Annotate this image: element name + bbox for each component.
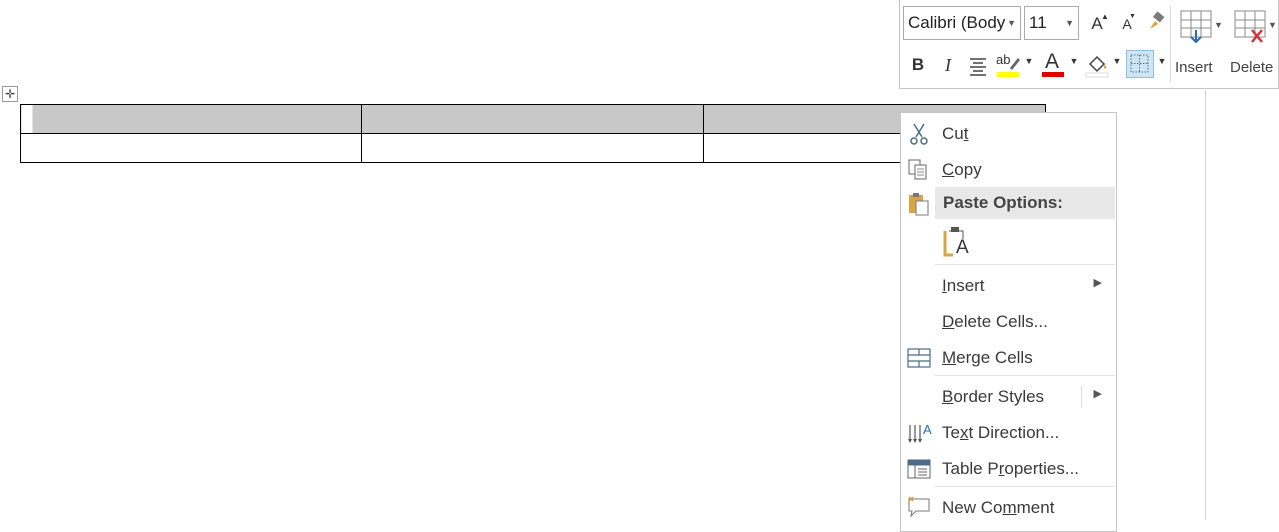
menu-item-text-direction[interactable]: A Text Direction... bbox=[901, 416, 1116, 450]
delete-label: Delete bbox=[1230, 59, 1274, 76]
menu-item-merge-cells[interactable]: Merge Cells bbox=[901, 341, 1116, 375]
font-name-value: Calibri (Body bbox=[908, 13, 1006, 32]
chevron-down-icon: ▼ bbox=[1157, 56, 1167, 66]
italic-button[interactable]: I bbox=[938, 55, 958, 77]
borders-dropdown-button[interactable]: ▼ bbox=[1157, 56, 1167, 66]
font-name-combobox[interactable]: Calibri (Body ▼ bbox=[903, 6, 1021, 40]
menu-item-insert[interactable]: Insert ▶ bbox=[901, 269, 1116, 303]
split-divider bbox=[1081, 386, 1082, 408]
highlight-dropdown-button[interactable]: ▼ bbox=[1024, 56, 1034, 66]
new-comment-icon bbox=[908, 496, 930, 518]
context-menu: Cut Copy Paste Options: A Insert ▶ Delet… bbox=[900, 112, 1117, 532]
highlighter-pen-icon bbox=[997, 58, 1020, 77]
table-properties-icon bbox=[907, 459, 931, 479]
delete-table-icon bbox=[1234, 10, 1266, 43]
paintbrush-icon bbox=[1150, 11, 1165, 29]
font-color-dropdown-button[interactable]: ▼ bbox=[1069, 56, 1079, 66]
shrink-font-button[interactable]: A ▼ bbox=[1117, 13, 1137, 36]
highlight-color-button[interactable]: ab bbox=[996, 52, 1022, 78]
chevron-down-icon[interactable]: ▼ bbox=[1065, 7, 1074, 39]
format-painter-button[interactable] bbox=[1144, 10, 1168, 34]
italic-icon: I bbox=[945, 55, 951, 75]
paste-clipboard-icon bbox=[909, 193, 929, 216]
mini-toolbar: Calibri (Body ▼ 11 ▼ A ▲ A ▼ B I ab ▼ A ▼ … bbox=[899, 0, 1279, 89]
svg-text:A: A bbox=[923, 422, 932, 437]
table-cell[interactable] bbox=[361, 133, 704, 163]
paste-options-header: Paste Options: bbox=[935, 187, 1115, 219]
menu-item-label: Insert bbox=[942, 276, 985, 295]
menu-item-label: Merge Cells bbox=[942, 348, 1033, 367]
menu-item-label: Copy bbox=[942, 160, 982, 179]
insert-table-icon bbox=[1180, 10, 1212, 44]
scissors-icon bbox=[910, 123, 928, 145]
menu-item-copy[interactable]: Copy bbox=[901, 153, 1116, 187]
menu-item-label: Border Styles bbox=[942, 387, 1045, 406]
font-color-icon: A bbox=[1045, 50, 1060, 73]
document-table[interactable] bbox=[20, 104, 1046, 163]
text-only-letter: A bbox=[956, 237, 969, 258]
table-row-selected[interactable] bbox=[20, 104, 1046, 134]
paste-keep-text-only-button[interactable]: A bbox=[941, 225, 975, 261]
menu-item-label: Delete Cells... bbox=[942, 312, 1048, 331]
align-center-icon bbox=[970, 58, 986, 76]
table-move-handle-icon[interactable]: ✛ bbox=[2, 86, 18, 102]
shading-button[interactable] bbox=[1084, 52, 1110, 78]
chevron-down-icon[interactable]: ▼ bbox=[1007, 7, 1016, 39]
borders-button[interactable] bbox=[1126, 50, 1154, 78]
bold-icon: B bbox=[911, 55, 925, 74]
menu-separator bbox=[935, 264, 1115, 265]
chevron-down-icon: ▼ bbox=[1024, 56, 1034, 66]
menu-item-label: New Comment bbox=[942, 498, 1055, 517]
chevron-right-icon: ▶ bbox=[1093, 277, 1102, 289]
chevron-right-icon: ▶ bbox=[1093, 388, 1102, 400]
toolbar-divider bbox=[1170, 6, 1171, 82]
menu-separator bbox=[935, 486, 1115, 487]
bold-button[interactable]: B bbox=[908, 55, 928, 77]
table-row[interactable] bbox=[20, 133, 1046, 163]
paint-bucket-icon bbox=[1085, 55, 1109, 78]
chevron-down-icon: ▼ bbox=[1069, 56, 1079, 66]
insert-table-button[interactable]: ▼ Insert bbox=[1175, 4, 1223, 88]
copy-icon bbox=[908, 159, 927, 180]
menu-item-label: Text Direction... bbox=[942, 423, 1060, 442]
menu-item-border-styles[interactable]: Border Styles ▶ bbox=[901, 380, 1116, 414]
font-color-swatch bbox=[1042, 72, 1064, 77]
menu-item-delete-cells[interactable]: Delete Cells... bbox=[901, 305, 1116, 339]
insert-label: Insert bbox=[1175, 59, 1213, 76]
merge-cells-icon bbox=[907, 348, 931, 368]
chevron-down-icon: ▼ bbox=[1268, 20, 1277, 30]
font-size-value: 11 bbox=[1029, 13, 1047, 32]
grow-font-button[interactable]: A ▲ bbox=[1086, 12, 1109, 36]
chevron-down-icon: ▼ bbox=[1112, 56, 1122, 66]
text-direction-icon: A bbox=[908, 422, 932, 443]
page-margin-strip bbox=[1205, 90, 1279, 520]
table-cell[interactable] bbox=[20, 104, 362, 134]
table-cell[interactable] bbox=[361, 104, 704, 134]
center-align-button[interactable] bbox=[966, 56, 990, 78]
chevron-down-icon: ▼ bbox=[1214, 20, 1223, 30]
menu-item-label: Table Properties... bbox=[942, 459, 1080, 478]
font-color-button[interactable]: A bbox=[1040, 50, 1066, 78]
font-size-combobox[interactable]: 11 ▼ bbox=[1024, 6, 1079, 40]
borders-icon bbox=[1130, 54, 1149, 73]
menu-item-label: Cut bbox=[942, 124, 969, 143]
menu-item-cut[interactable]: Cut bbox=[901, 117, 1116, 151]
delete-table-button[interactable]: ▼ Delete bbox=[1230, 4, 1278, 88]
shading-dropdown-button[interactable]: ▼ bbox=[1112, 56, 1122, 66]
menu-separator bbox=[935, 375, 1115, 376]
menu-item-table-properties[interactable]: Table Properties... bbox=[901, 452, 1116, 486]
table-cell[interactable] bbox=[20, 133, 362, 163]
